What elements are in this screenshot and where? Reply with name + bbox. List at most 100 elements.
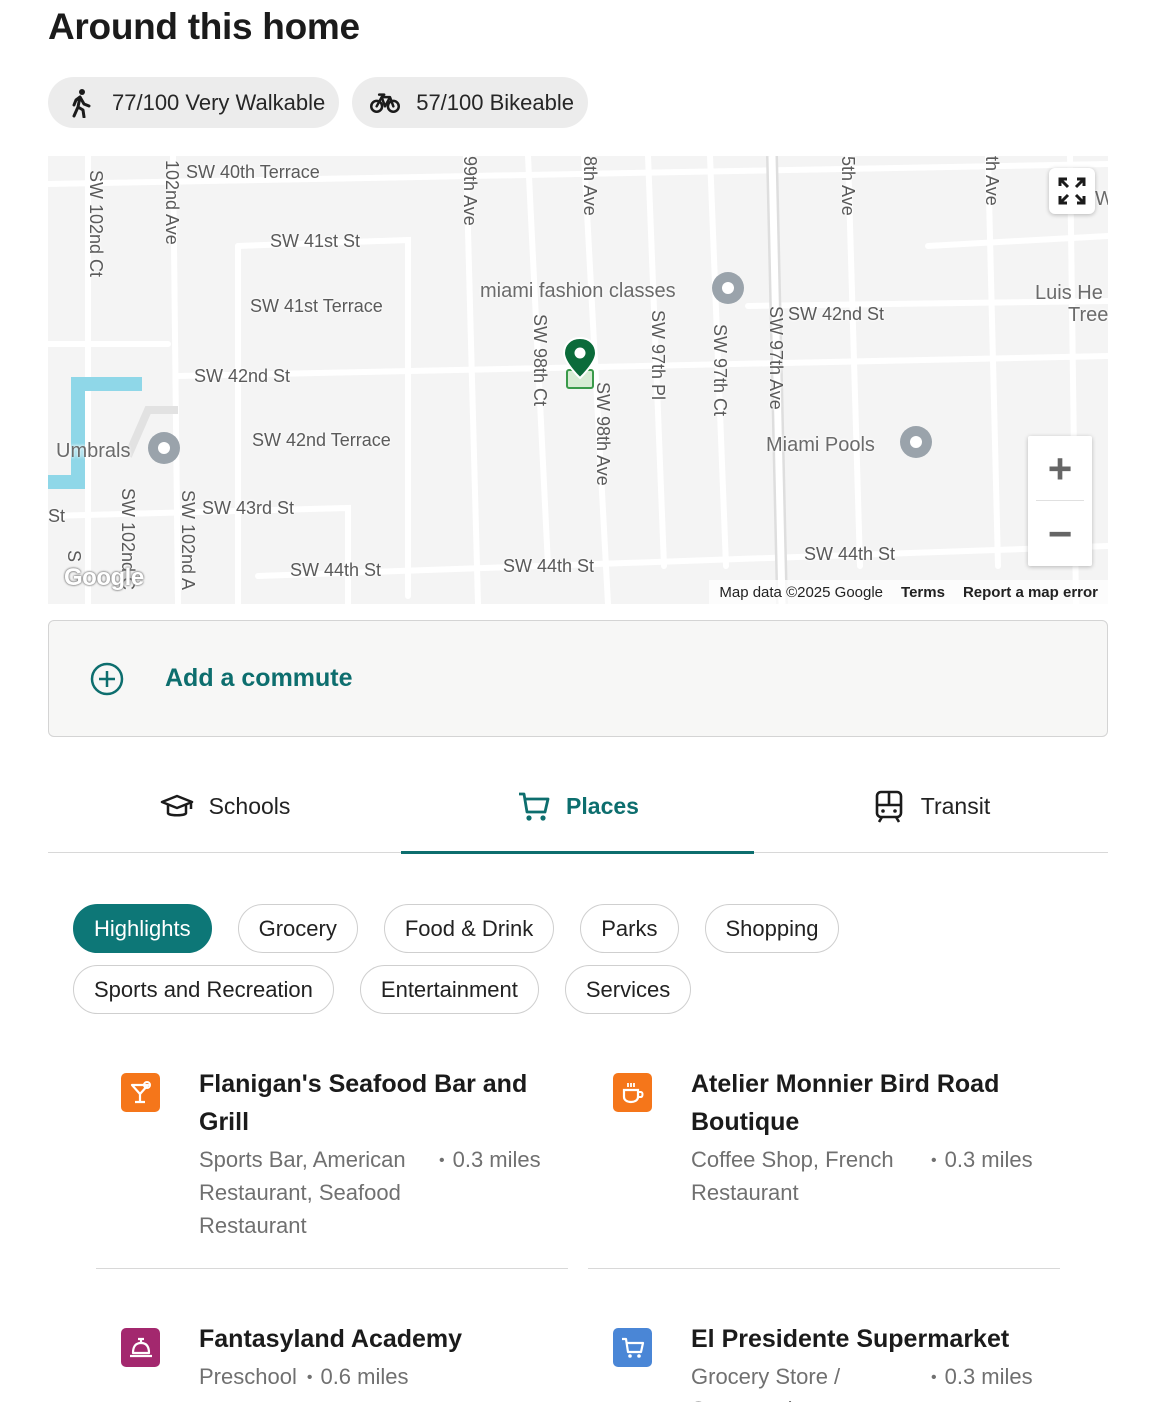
poi-label: Miami Pools [766, 434, 875, 456]
place-category: Preschool [199, 1364, 297, 1389]
neighborhood-map[interactable]: SW 40th Terrace SW 41st St SW 41st Terra… [48, 156, 1108, 604]
filter-chips: Highlights Grocery Food & Drink Parks Sh… [73, 904, 1073, 1026]
report-map-error-link[interactable]: Report a map error [963, 584, 1098, 601]
street-label: 8th Ave [580, 156, 600, 216]
bike-score-label: 57/100 Bikeable [416, 89, 574, 115]
place-distance: 0.3 miles [429, 1143, 541, 1242]
place-distance: 0.6 miles [297, 1360, 408, 1396]
chip-grocery[interactable]: Grocery [237, 904, 358, 953]
expand-icon [1058, 177, 1086, 205]
chip-sports-recreation[interactable]: Sports and Recreation [73, 965, 334, 1014]
map-data-attribution: Map data ©2025 Google [719, 583, 884, 601]
divider [96, 1268, 568, 1269]
fullscreen-button[interactable] [1049, 168, 1095, 214]
walk-icon [66, 88, 96, 118]
service-bell-icon [121, 1328, 160, 1367]
street-label: SW 43rd St [202, 498, 295, 518]
bike-icon [370, 88, 401, 118]
cocktail-icon [121, 1073, 160, 1112]
zoom-divider [1036, 500, 1084, 501]
score-row: 77/100 Very Walkable 57/100 Bikeable [48, 77, 588, 128]
chip-food-drink[interactable]: Food & Drink [383, 904, 555, 953]
bike-score-pill[interactable]: 57/100 Bikeable [352, 77, 588, 128]
zoom-out-button[interactable]: − [1028, 501, 1092, 566]
place-distance: 0.3 miles [921, 1360, 1033, 1402]
poi-marker-icon[interactable] [146, 430, 182, 466]
street-label: SW 44th St [804, 544, 896, 564]
place-name[interactable]: El Presidente Supermarket [691, 1320, 1051, 1358]
tab-places[interactable]: Places [401, 760, 754, 854]
street-label: SW 42nd Terrace [252, 430, 391, 450]
zoom-in-button[interactable]: + [1028, 436, 1092, 501]
chip-services[interactable]: Services [564, 965, 692, 1014]
place-item[interactable]: Atelier Monnier Bird Road Boutique Coffe… [588, 1065, 1060, 1265]
tab-label: Schools [208, 793, 291, 819]
plus-circle-icon [90, 662, 124, 695]
chip-parks[interactable]: Parks [580, 904, 679, 953]
map-attribution-bar: Map data ©2025 Google Terms Report a map… [709, 580, 1108, 604]
place-item[interactable]: Fantasyland Academy Preschool 0.6 miles [96, 1320, 568, 1402]
poi-marker-icon[interactable] [710, 270, 746, 306]
cart-icon [516, 789, 552, 825]
place-name[interactable]: Atelier Monnier Bird Road Boutique [691, 1065, 1051, 1141]
cart-icon [613, 1328, 652, 1367]
street-label: SW 42nd St [788, 304, 885, 324]
coffee-icon [613, 1073, 652, 1112]
chip-highlights[interactable]: Highlights [73, 904, 212, 953]
street-label: SW 44th St [290, 560, 382, 580]
place-item[interactable]: Flanigan's Seafood Bar and Grill Sports … [96, 1065, 568, 1265]
tab-label: Transit [920, 793, 991, 819]
poi-label: W [1095, 188, 1108, 210]
street-label: SW 97th Ct [710, 324, 730, 417]
place-meta: Preschool 0.6 miles [199, 1360, 559, 1396]
add-commute-label: Add a commute [165, 664, 353, 692]
street-label: S [64, 550, 84, 563]
street-label: SW 97th Pl [648, 310, 668, 401]
place-name[interactable]: Flanigan's Seafood Bar and Grill [199, 1065, 559, 1141]
street-label: SW 98th Ct [530, 314, 550, 407]
poi-label: Tree [1068, 304, 1108, 326]
street-label: SW 41st St [270, 231, 361, 251]
place-meta: Coffee Shop, French Restaurant 0.3 miles [691, 1143, 1051, 1209]
walk-score-label: 77/100 Very Walkable [112, 89, 326, 115]
street-label: 102nd Ave [162, 160, 182, 245]
terms-link[interactable]: Terms [901, 584, 945, 601]
google-logo[interactable]: Google [64, 564, 144, 592]
place-name[interactable]: Fantasyland Academy [199, 1320, 559, 1358]
place-item[interactable]: El Presidente Supermarket Grocery Store … [588, 1320, 1060, 1402]
place-category: Grocery Store / Supermarket [691, 1364, 841, 1402]
street-label: 99th Ave [460, 156, 480, 226]
add-commute-button[interactable]: Add a commute [48, 620, 1108, 737]
street-label: SW 42nd St [194, 366, 291, 386]
zoom-controls: + − [1028, 436, 1092, 566]
street-label: 5th Ave [838, 156, 858, 216]
chip-entertainment[interactable]: Entertainment [359, 965, 539, 1014]
category-tabs: Schools Places Transit [48, 760, 1108, 854]
street-label: SW 44th St [503, 556, 595, 576]
walk-score-pill[interactable]: 77/100 Very Walkable [48, 77, 340, 128]
place-meta: Grocery Store / Supermarket 0.3 miles [691, 1360, 1051, 1402]
train-icon [871, 789, 907, 825]
chip-shopping[interactable]: Shopping [704, 904, 840, 953]
street-label: SW 41st Terrace [250, 296, 383, 316]
place-meta: Sports Bar, American Restaurant, Seafood… [199, 1143, 559, 1242]
place-category: Coffee Shop, French Restaurant [691, 1147, 894, 1205]
home-pin-icon[interactable] [560, 336, 600, 396]
tab-schools[interactable]: Schools [48, 760, 401, 853]
street-label: th Ave [982, 156, 1002, 206]
street-label: SW 40th Terrace [186, 162, 320, 182]
street-label: SW 97th Ave [766, 306, 786, 410]
graduation-cap-icon [159, 789, 195, 825]
place-distance: 0.3 miles [921, 1143, 1033, 1209]
poi-label: Luis He [1035, 282, 1103, 304]
poi-label: Umbrals [56, 440, 131, 462]
poi-marker-icon[interactable] [898, 424, 934, 460]
divider [588, 1268, 1060, 1269]
street-label: St [48, 506, 66, 526]
section-title: Around this home [48, 6, 360, 47]
place-category: Sports Bar, American Restaurant, Seafood… [199, 1147, 406, 1238]
tab-label: Places [566, 793, 639, 819]
street-label: SW 102nd Ct [86, 170, 106, 278]
poi-label: miami fashion classes [480, 280, 676, 302]
tab-transit[interactable]: Transit [754, 760, 1107, 853]
